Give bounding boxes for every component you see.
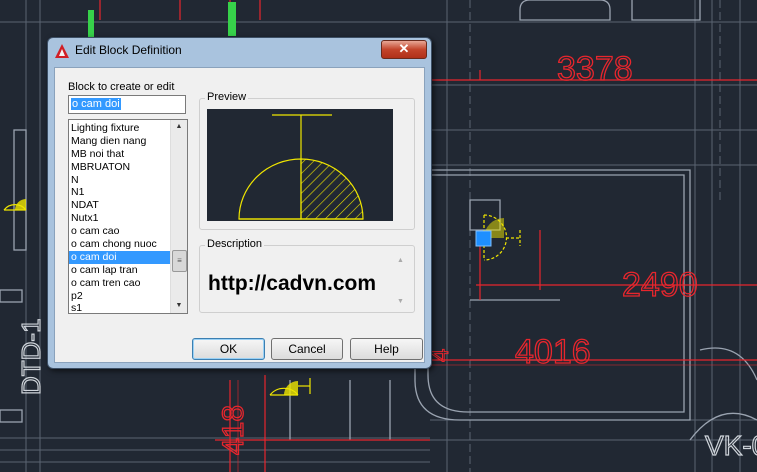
block-list-scrollbar[interactable]: ▲ ≡ ▼ [170, 120, 187, 313]
block-list-item[interactable]: Lighting fixture [69, 122, 171, 135]
cancel-button[interactable]: Cancel [271, 338, 343, 360]
block-list-item[interactable]: o cam chong nuoc [69, 238, 171, 251]
block-list[interactable]: Lighting fixture Mang dien nang MB noi tha… [68, 119, 188, 314]
help-button[interactable]: Help [350, 338, 423, 360]
dimension-4016: 4016 [515, 333, 591, 371]
block-name-input[interactable]: o cam doi [68, 95, 186, 114]
desc-scroll-up-icon[interactable]: ▲ [397, 257, 404, 264]
block-list-item[interactable]: MB noi that [69, 148, 171, 161]
dialog-titlebar[interactable]: Edit Block Definition ✕ [48, 38, 431, 64]
preview-group: Preview [199, 91, 415, 230]
block-name-label: Block to create or edit [68, 81, 175, 93]
description-text: http://cadvn.com [208, 272, 377, 295]
block-list-item[interactable]: o cam doi [69, 250, 171, 264]
scroll-up-icon[interactable]: ▲ [171, 120, 187, 134]
scroll-thumb[interactable]: ≡ [172, 250, 187, 272]
preview-label: Preview [205, 91, 249, 103]
close-button[interactable]: ✕ [381, 40, 427, 59]
label-dtd-1: DTD-1 [16, 318, 46, 395]
block-list-item[interactable]: Mang dien nang [69, 135, 171, 148]
description-scrollbar[interactable]: ▲ ▼ [394, 254, 408, 308]
block-list-item[interactable]: MBRUATON [69, 161, 171, 174]
description-label: Description [205, 238, 265, 250]
block-list-item[interactable]: o cam cao [69, 225, 171, 238]
label-vk-0: VK-0 [705, 430, 757, 461]
description-group: Description http://cadvn.com ▲ ▼ [199, 238, 415, 313]
dialog-body: Block to create or edit o cam doi Lighti… [54, 67, 425, 363]
edit-block-definition-dialog: Edit Block Definition ✕ Block to create … [47, 37, 432, 369]
dimension-3378: 3378 [557, 50, 633, 88]
block-name-value: o cam doi [71, 98, 121, 110]
grip-handle[interactable] [475, 230, 492, 247]
block-list-item[interactable]: o cam lap tran [69, 264, 171, 277]
ok-button[interactable]: OK [192, 338, 265, 360]
dimension-2490: 2490 [622, 266, 698, 304]
block-list-item[interactable]: NDAT [69, 199, 171, 212]
scroll-down-icon[interactable]: ▼ [171, 299, 187, 313]
block-list-item[interactable]: Nutx1 [69, 212, 171, 225]
block-list-item[interactable]: N1 [69, 186, 171, 199]
dialog-title: Edit Block Definition [75, 43, 182, 57]
block-list-item[interactable]: N [69, 174, 171, 187]
block-list-item[interactable]: o cam tren cao [69, 277, 171, 290]
block-preview-image [207, 109, 393, 221]
description-field[interactable]: http://cadvn.com ▲ ▼ [204, 254, 408, 308]
dimension-418: 418 [217, 405, 250, 455]
block-list-item[interactable]: s1 [69, 302, 171, 313]
desc-scroll-down-icon[interactable]: ▼ [397, 298, 404, 305]
autocad-logo-icon [55, 44, 69, 58]
block-list-item[interactable]: p2 [69, 290, 171, 303]
block-list-items: Lighting fixture Mang dien nang MB noi tha… [69, 122, 171, 313]
